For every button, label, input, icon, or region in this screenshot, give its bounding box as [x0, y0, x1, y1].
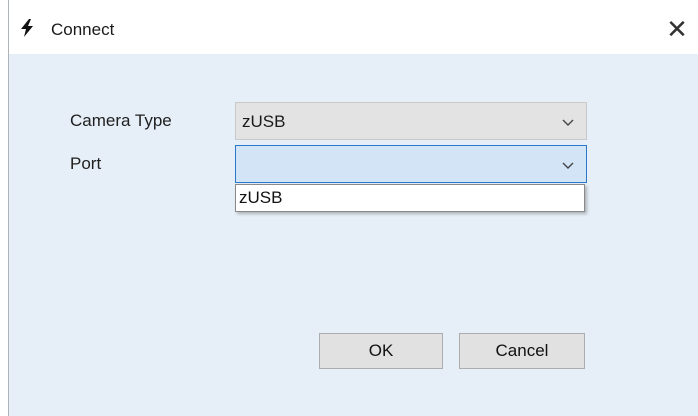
- dialog-body: Camera Type zUSB Port zUSB OK Cancel: [9, 54, 698, 416]
- cancel-button[interactable]: Cancel: [459, 333, 585, 369]
- port-dropdown-list: zUSB: [235, 184, 585, 212]
- camera-type-value: zUSB: [242, 112, 286, 131]
- lightning-bolt-icon: [21, 19, 33, 37]
- camera-type-label: Camera Type: [70, 111, 172, 130]
- close-icon: ✕: [666, 15, 688, 45]
- chevron-down-icon: [562, 119, 574, 126]
- camera-type-select[interactable]: zUSB: [235, 102, 587, 140]
- dialog-title: Connect: [51, 20, 115, 39]
- port-label: Port: [70, 154, 102, 173]
- port-option-zusb[interactable]: zUSB: [237, 187, 583, 209]
- chevron-down-icon: [562, 162, 574, 169]
- connect-dialog: Connect ✕ Camera Type zUSB Port zUSB OK …: [8, 0, 698, 416]
- close-button[interactable]: ✕: [657, 12, 697, 48]
- title-bar: Connect ✕: [9, 0, 698, 54]
- ok-button[interactable]: OK: [319, 333, 443, 369]
- port-select[interactable]: [235, 145, 587, 183]
